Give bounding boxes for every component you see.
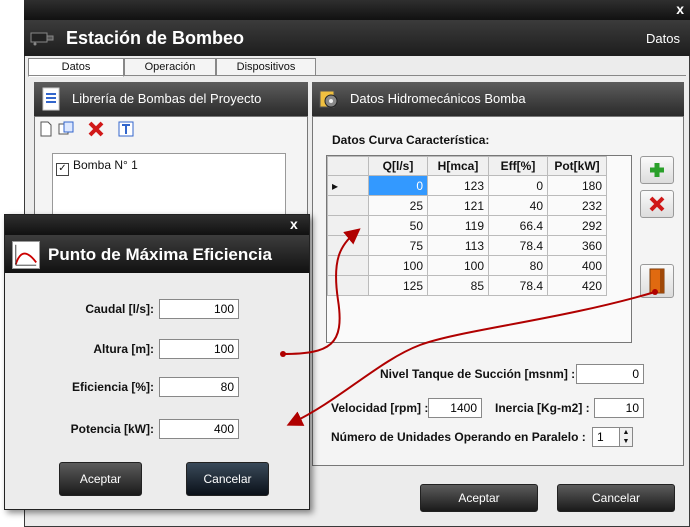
table-cell[interactable]: 25 xyxy=(368,195,428,216)
table-row[interactable]: ▸ 0 123 0 180 xyxy=(327,175,607,196)
table-cell[interactable]: 0 xyxy=(368,175,428,196)
table-cell[interactable]: 400 xyxy=(547,255,607,276)
eficiencia-input[interactable] xyxy=(159,377,239,397)
list-item-label: Bomba N° 1 xyxy=(73,158,138,172)
tab-divider xyxy=(28,75,686,76)
table-cell[interactable]: 40 xyxy=(488,195,548,216)
table-row[interactable]: 75 113 78.4 360 xyxy=(327,235,607,256)
altura-input[interactable] xyxy=(159,339,239,359)
tab-operacion[interactable]: Operación xyxy=(124,58,216,75)
app-title: Estación de Bombeo xyxy=(66,28,245,48)
table-cell[interactable]: 292 xyxy=(547,215,607,236)
table-cell[interactable]: 232 xyxy=(547,195,607,216)
column-header[interactable]: Eff[%] xyxy=(488,156,548,176)
inercia-label: Inercia [Kg-m2] : xyxy=(495,401,590,415)
dialog-accept-button[interactable]: Aceptar xyxy=(59,462,142,496)
table-cell[interactable]: 360 xyxy=(547,235,607,256)
eficiencia-label: Eficiencia [%]: xyxy=(71,380,154,394)
row-header[interactable] xyxy=(327,275,369,296)
door-icon xyxy=(649,268,665,294)
document-icon xyxy=(42,87,60,111)
altura-label: Altura [m]: xyxy=(93,342,154,356)
table-row[interactable]: 50 119 66.4 292 xyxy=(327,215,607,236)
pump-gear-icon xyxy=(319,90,338,108)
table-cell[interactable]: 50 xyxy=(368,215,428,236)
table-cell[interactable]: 78.4 xyxy=(488,235,548,256)
column-header[interactable]: Pot[kW] xyxy=(547,156,607,176)
row-header[interactable] xyxy=(327,235,369,256)
list-item-bomba-1[interactable]: ✓ Bomba N° 1 xyxy=(56,158,138,176)
table-cell[interactable]: 119 xyxy=(427,215,489,236)
delete-icon[interactable] xyxy=(88,121,104,137)
table-cell[interactable]: 85 xyxy=(427,275,489,296)
table-cell[interactable]: 125 xyxy=(368,275,428,296)
text-icon[interactable] xyxy=(118,121,134,137)
efficiency-point-button[interactable] xyxy=(640,264,674,298)
table-cell[interactable]: 100 xyxy=(427,255,489,276)
dialog-cancel-button[interactable]: Cancelar xyxy=(186,462,269,496)
table-cell[interactable]: 78.4 xyxy=(488,275,548,296)
row-pointer: ▸ xyxy=(327,175,369,196)
table-cell[interactable]: 75 xyxy=(368,235,428,256)
unidades-label: Número de Unidades Operando en Paralelo … xyxy=(331,430,586,444)
hydro-panel-header: Datos Hidromecánicos Bomba xyxy=(312,82,684,116)
table-cell[interactable]: 123 xyxy=(427,175,489,196)
stepper-arrows[interactable]: ▲ ▼ xyxy=(619,427,633,447)
caudal-label: Caudal [l/s]: xyxy=(85,302,154,316)
table-cell[interactable]: 121 xyxy=(427,195,489,216)
nivel-label: Nivel Tanque de Succión [msnm] : xyxy=(380,367,576,381)
library-panel-title: Librería de Bombas del Proyecto xyxy=(72,91,262,106)
dialog-close-button[interactable]: x xyxy=(290,216,298,232)
checkbox[interactable]: ✓ xyxy=(56,163,69,176)
curve-label: Datos Curva Característica: xyxy=(332,133,490,147)
table-cell[interactable]: 113 xyxy=(427,235,489,256)
table-cell[interactable]: 66.4 xyxy=(488,215,548,236)
add-row-button[interactable] xyxy=(640,156,674,184)
dialog-title: Punto de Máxima Eficiencia xyxy=(48,245,272,264)
delete-icon xyxy=(649,196,665,212)
row-header[interactable] xyxy=(327,215,369,236)
table-cell[interactable]: 0 xyxy=(488,175,548,196)
tab-dispositivos[interactable]: Dispositivos xyxy=(216,58,316,75)
row-header[interactable] xyxy=(327,255,369,276)
plus-icon xyxy=(650,163,664,177)
unidades-stepper[interactable] xyxy=(592,427,620,447)
table-header-row: Q[l/s] H[mca] Eff[%] Pot[kW] xyxy=(327,156,607,176)
delete-row-button[interactable] xyxy=(640,190,674,218)
table-cell[interactable]: 80 xyxy=(488,255,548,276)
table-cell[interactable]: 420 xyxy=(547,275,607,296)
cancel-button[interactable]: Cancelar xyxy=(557,484,675,512)
curve-table: Q[l/s] H[mca] Eff[%] Pot[kW] ▸ 0 123 0 180 2… xyxy=(327,156,607,296)
table-row[interactable]: 25 121 40 232 xyxy=(327,195,607,216)
chevron-down-icon[interactable]: ▼ xyxy=(620,437,632,446)
column-header[interactable]: Q[l/s] xyxy=(368,156,428,176)
potencia-input[interactable] xyxy=(159,419,239,439)
pump-station-icon xyxy=(30,32,54,46)
new-document-icon[interactable] xyxy=(38,121,54,137)
dialog-title-bar xyxy=(5,215,309,235)
row-header[interactable] xyxy=(327,195,369,216)
hydro-panel-title: Datos Hidromecánicos Bomba xyxy=(350,91,526,106)
accept-button[interactable]: Aceptar xyxy=(420,484,538,512)
corner-cell xyxy=(327,156,369,176)
table-cell[interactable]: 180 xyxy=(547,175,607,196)
close-button[interactable]: x xyxy=(676,1,684,17)
chevron-up-icon[interactable]: ▲ xyxy=(620,428,632,437)
caudal-input[interactable] xyxy=(159,299,239,319)
table-row[interactable]: 100 100 80 400 xyxy=(327,255,607,276)
section-label: Datos xyxy=(646,31,680,46)
velocidad-label: Velocidad [rpm] : xyxy=(331,401,429,415)
table-row[interactable]: 125 85 78.4 420 xyxy=(327,275,607,296)
copy-icon[interactable] xyxy=(58,121,74,137)
potencia-label: Potencia [kW]: xyxy=(70,422,154,436)
library-panel-header: Librería de Bombas del Proyecto xyxy=(34,82,308,116)
efficiency-curve-icon xyxy=(12,241,40,269)
nivel-input[interactable] xyxy=(576,364,644,384)
inercia-input[interactable] xyxy=(594,398,644,418)
title-bar xyxy=(24,0,690,20)
velocidad-input[interactable] xyxy=(428,398,482,418)
column-header[interactable]: H[mca] xyxy=(427,156,489,176)
table-cell[interactable]: 100 xyxy=(368,255,428,276)
